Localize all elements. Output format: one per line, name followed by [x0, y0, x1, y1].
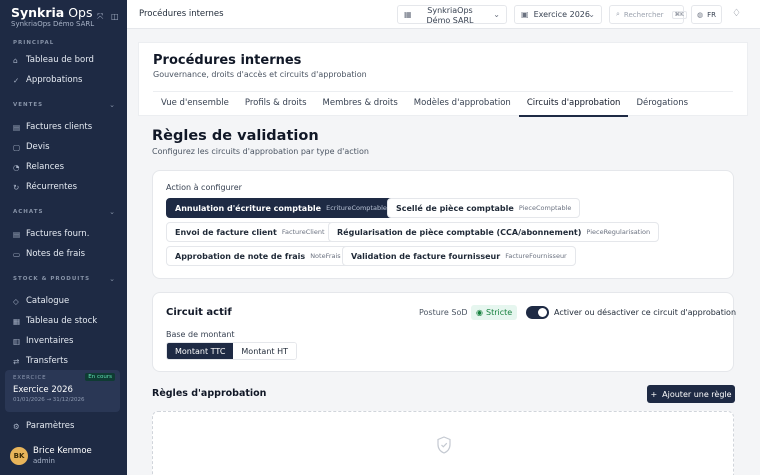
tab-circuits[interactable]: Circuits d'approbation: [518, 92, 629, 117]
repeat-icon: ↻: [13, 182, 20, 192]
home-icon: ⌂: [13, 55, 18, 65]
sidebar-item-reminders[interactable]: ◔ Relances: [13, 160, 64, 174]
search-input[interactable]: ⌕ Rechercher ⌘K: [609, 5, 687, 24]
active-circuit-card: Circuit actif Posture SoD ◉ Stricte Activ…: [152, 292, 737, 372]
wallet-icon: ▭: [13, 249, 21, 259]
user-name: Brice Kenmoe: [33, 446, 92, 456]
invoice-icon: ▤: [13, 122, 21, 132]
chevron-down-icon[interactable]: ⌄: [109, 275, 115, 283]
circuit-title: Circuit actif: [166, 307, 232, 318]
sidebar-item-catalog[interactable]: ◇ Catalogue: [13, 294, 69, 308]
collapse-sidebar-icon[interactable]: ◫: [111, 12, 119, 21]
section-title: Règles de validation: [152, 128, 319, 144]
check-circle-icon: ✓: [13, 75, 20, 85]
clipboard-icon: ▥: [13, 336, 21, 346]
shield-check-icon: ◉: [476, 308, 483, 317]
exercise-selector[interactable]: ▣ Exercice 2026 ⌄: [514, 5, 602, 24]
shortcut-hint: ⌘K: [671, 10, 687, 19]
tab-templates[interactable]: Modèles d'approbation: [406, 92, 519, 117]
receipt-icon: ▤: [13, 229, 21, 239]
amount-ht-option[interactable]: Montant HT: [233, 343, 296, 359]
fiscal-year-name: Exercice 2026: [13, 385, 73, 395]
tab-bar: Vue d'ensemble Profils & droits Membres …: [153, 91, 733, 117]
notification-bell-icon[interactable]: ♢: [732, 8, 741, 19]
arrows-icon: ⇄: [13, 356, 20, 366]
action-label: Action à configurer: [166, 183, 242, 192]
chevron-down-icon: ⌄: [588, 10, 595, 19]
sidebar: Synkria Ops SynkriaOps Démo SARL ⤧ ◫ PRI…: [0, 0, 127, 475]
action-selector-card: Action à configurer Annulation d'écritur…: [152, 170, 734, 279]
tab-overview[interactable]: Vue d'ensemble: [153, 92, 237, 117]
sidebar-item-recurring[interactable]: ↻ Récurrentes: [13, 180, 77, 194]
action-option[interactable]: Approbation de note de frais NoteFrais: [166, 246, 350, 266]
action-option[interactable]: Scellé de pièce comptable PieceComptable: [387, 198, 581, 218]
plus-icon: +: [650, 389, 658, 399]
org-selector[interactable]: ▦ SynkriaOps Démo SARL ⌄: [397, 5, 507, 25]
page-subtitle: Gouvernance, droits d'accès et circuits …: [153, 70, 367, 79]
sidebar-item-stock-board[interactable]: ▦ Tableau de stock: [13, 314, 97, 328]
gear-icon: ⚙: [13, 421, 20, 431]
chevron-down-icon[interactable]: ⌄: [109, 208, 115, 216]
rules-title: Règles d'approbation: [152, 388, 267, 399]
circuit-toggle[interactable]: [526, 306, 549, 319]
status-badge: En cours: [85, 373, 115, 381]
amount-base-segmented: Montant TTC Montant HT: [166, 342, 297, 360]
add-rule-button[interactable]: + Ajouter une règle: [647, 385, 735, 403]
rules-empty-state: [152, 411, 734, 475]
document-icon: ▢: [13, 142, 21, 152]
org-name: SynkriaOps Démo SARL: [11, 20, 95, 28]
toggle-knob: [538, 308, 547, 317]
chevron-down-icon: ⌄: [493, 10, 500, 19]
sod-badge: ◉ Stricte: [471, 305, 518, 320]
sidebar-item-expenses[interactable]: ▭ Notes de frais: [13, 247, 85, 261]
section-principal: PRINCIPAL: [13, 40, 55, 46]
section-subtitle: Configurez les circuits d'approbation pa…: [152, 147, 369, 156]
sidebar-item-approvals[interactable]: ✓ Approbations: [13, 73, 82, 87]
sidebar-item-settings[interactable]: ⚙ Paramètres: [13, 419, 74, 433]
section-achats[interactable]: ACHATS: [13, 209, 43, 215]
box-icon: ◇: [13, 296, 19, 306]
action-option[interactable]: Validation de facture fournisseur Facture…: [342, 246, 576, 266]
action-option[interactable]: Annulation d'écriture comptable EcritureC…: [166, 198, 396, 218]
bell-icon: ◔: [13, 162, 20, 172]
language-selector[interactable]: ◍ FR: [691, 5, 722, 24]
sidebar-item-quotes[interactable]: ▢ Devis: [13, 140, 50, 154]
sidebar-item-dashboard[interactable]: ⌂ Tableau de bord: [13, 53, 94, 67]
brand-logo[interactable]: Synkria Ops: [11, 5, 93, 20]
page-header: Procédures internes Gouvernance, droits …: [138, 42, 748, 117]
calendar-icon: ▣: [521, 10, 529, 19]
shield-icon: [437, 436, 451, 454]
globe-icon: ◍: [697, 10, 704, 19]
user-role: admin: [33, 457, 55, 465]
tab-derogations[interactable]: Dérogations: [628, 92, 696, 117]
tab-profiles[interactable]: Profils & droits: [237, 92, 315, 117]
sod-label: Posture SoD: [419, 308, 468, 317]
pin-icon[interactable]: ⤧: [97, 12, 103, 22]
tab-members[interactable]: Membres & droits: [315, 92, 406, 117]
topbar-title: Procédures internes: [139, 9, 224, 19]
fiscal-year-label: EXERCICE: [13, 375, 47, 381]
building-icon: ▦: [404, 10, 412, 19]
sidebar-item-inventories[interactable]: ▥ Inventaires: [13, 334, 73, 348]
search-icon: ⌕: [616, 10, 620, 18]
avatar[interactable]: BK: [10, 447, 28, 465]
section-stock[interactable]: STOCK & PRODUITS: [13, 276, 90, 282]
sidebar-item-invoices[interactable]: ▤ Factures clients: [13, 120, 92, 134]
sidebar-item-supplier-invoices[interactable]: ▤ Factures fourn.: [13, 227, 89, 241]
grid-icon: ▦: [13, 316, 21, 326]
page-title: Procédures internes: [153, 53, 302, 68]
action-option[interactable]: Envoi de facture client FactureClient: [166, 222, 334, 242]
section-ventes[interactable]: VENTES: [13, 102, 43, 108]
fiscal-year-dates: 01/01/2026 → 31/12/2026: [13, 397, 85, 403]
action-option[interactable]: Régularisation de pièce comptable (CCA/a…: [328, 222, 660, 242]
toggle-label: Activer ou désactiver ce circuit d'appro…: [554, 308, 737, 317]
chevron-down-icon[interactable]: ⌄: [109, 101, 115, 109]
fiscal-year-card[interactable]: EXERCICE En cours Exercice 2026 01/01/20…: [5, 370, 120, 412]
amount-base-label: Base de montant: [166, 330, 235, 339]
topbar: Procédures internes ▦ SynkriaOps Démo SA…: [127, 0, 760, 29]
amount-ttc-option[interactable]: Montant TTC: [167, 343, 234, 359]
sidebar-item-transfers[interactable]: ⇄ Transferts: [13, 354, 68, 368]
